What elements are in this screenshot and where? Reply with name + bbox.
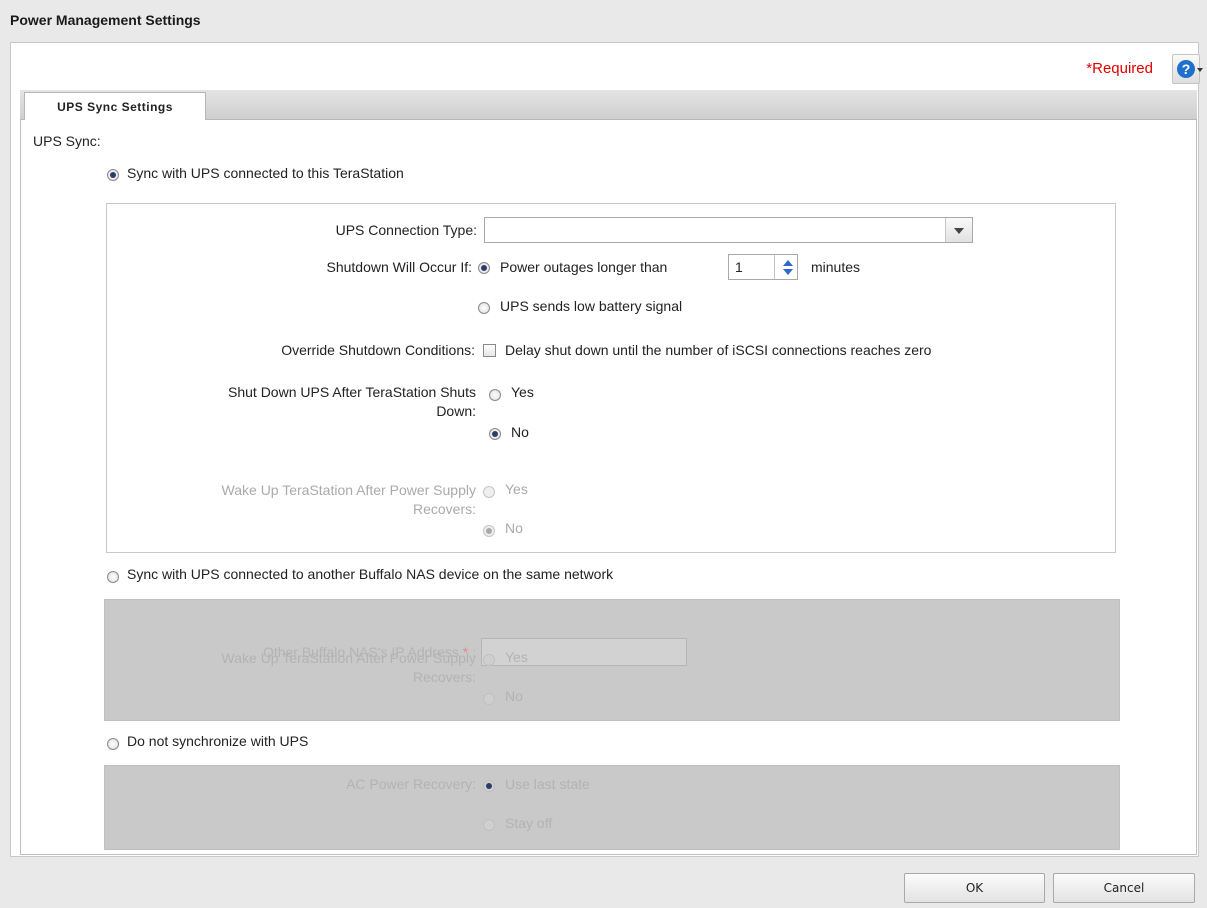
shutdown-ups-no-label[interactable]: No	[511, 424, 529, 440]
shutdown-ups-yes-radio[interactable]	[489, 389, 501, 401]
cancel-button[interactable]: Cancel	[1053, 873, 1195, 903]
tab-ups-sync-settings[interactable]: UPS Sync Settings	[24, 92, 206, 121]
stepper-buttons[interactable]	[774, 255, 797, 279]
shutdown-ups-label-line2: Down:	[436, 403, 476, 419]
remote-wake-up-yes-label[interactable]: Yes	[505, 649, 528, 665]
wake-up-no-label[interactable]: No	[505, 520, 523, 536]
sync-local-ups-label[interactable]: Sync with UPS connected to this TeraStat…	[127, 165, 404, 181]
delay-shutdown-label[interactable]: Delay shut down until the number of iSCS…	[505, 342, 931, 358]
remote-wake-up-no-radio[interactable]	[483, 693, 495, 705]
remote-wake-up-no-label[interactable]: No	[505, 688, 523, 704]
wake-up-yes-radio[interactable]	[483, 486, 495, 498]
stay-off-label[interactable]: Stay off	[505, 815, 552, 831]
remote-wake-up-label-line1: Wake Up TeraStation After Power Supply	[221, 650, 476, 666]
power-outage-radio[interactable]	[478, 262, 490, 274]
low-battery-label[interactable]: UPS sends low battery signal	[500, 298, 682, 314]
wake-up-yes-label[interactable]: Yes	[505, 481, 528, 497]
use-last-state-label[interactable]: Use last state	[505, 776, 590, 792]
ok-button[interactable]: OK	[904, 873, 1045, 903]
help-button[interactable]: ?	[1172, 54, 1203, 84]
chevron-down-icon[interactable]	[945, 218, 972, 242]
no-sync-radio[interactable]	[107, 738, 119, 750]
sync-remote-nas-label[interactable]: Sync with UPS connected to another Buffa…	[127, 566, 613, 582]
wake-up-label-line2: Recovers:	[412, 501, 476, 517]
chevron-up-icon[interactable]	[783, 260, 793, 266]
sync-local-ups-radio[interactable]	[107, 169, 119, 181]
shutdown-ups-label-line1: Shut Down UPS After TeraStation Shuts	[228, 384, 476, 400]
outage-minutes-stepper[interactable]: 1	[728, 254, 798, 280]
shutdown-ups-yes-label[interactable]: Yes	[511, 384, 534, 400]
chevron-down-icon[interactable]	[783, 269, 793, 275]
ups-sync-label: UPS Sync:	[33, 133, 101, 149]
stay-off-radio[interactable]	[483, 819, 495, 831]
remote-wake-up-yes-radio[interactable]	[483, 654, 495, 666]
remote-wake-up-label-line2: Recovers:	[412, 669, 476, 685]
delay-shutdown-checkbox[interactable]	[483, 344, 496, 357]
required-legend: *Required	[1086, 60, 1153, 77]
shutdown-condition-label: Shutdown Will Occur If:	[326, 259, 473, 275]
wake-up-label-line1: Wake Up TeraStation After Power Supply	[221, 482, 476, 498]
connection-type-select[interactable]	[484, 217, 973, 243]
wake-up-label: Wake Up TeraStation After Power Supply R…	[120, 481, 476, 519]
help-icon: ?	[1177, 60, 1195, 78]
use-last-state-radio[interactable]	[483, 780, 495, 792]
chevron-down-icon	[1197, 68, 1203, 72]
no-sync-label[interactable]: Do not synchronize with UPS	[127, 733, 308, 749]
wake-up-no-radio[interactable]	[483, 525, 495, 537]
low-battery-radio[interactable]	[478, 302, 490, 314]
outage-minutes-value[interactable]: 1	[735, 259, 743, 275]
minutes-label: minutes	[811, 259, 861, 275]
override-label: Override Shutdown Conditions:	[281, 342, 475, 358]
shutdown-ups-label: Shut Down UPS After TeraStation Shuts Do…	[120, 383, 476, 421]
shutdown-ups-no-radio[interactable]	[489, 428, 501, 440]
power-outage-label[interactable]: Power outages longer than	[500, 259, 667, 275]
dialog-title: Power Management Settings	[10, 12, 201, 28]
sync-remote-nas-radio[interactable]	[107, 571, 119, 583]
connection-type-label: UPS Connection Type:	[335, 222, 477, 238]
ac-recovery-label: AC Power Recovery:	[346, 776, 476, 792]
remote-wake-up-label-block: Wake Up TeraStation After Power Supply R…	[120, 649, 476, 687]
